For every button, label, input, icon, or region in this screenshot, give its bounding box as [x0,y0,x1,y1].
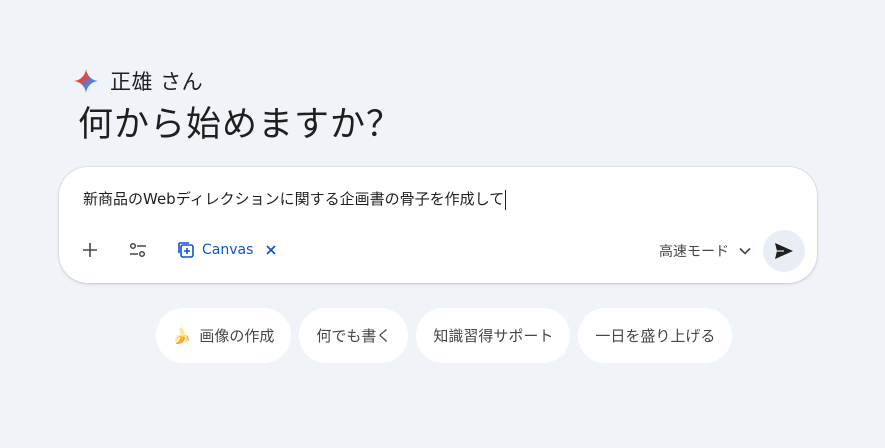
tools-sliders-icon [129,242,146,258]
greeting-name: 正雄 さん [110,70,204,94]
page-title: 何から始めますか？ [78,105,403,145]
canvas-add-icon [178,242,194,258]
plus-icon [83,243,97,257]
text-caret [505,189,507,210]
suggestion-label: 何でも書く [316,327,392,345]
canvas-chip[interactable]: Canvas [171,235,283,265]
prompt-box: 新商品のWebディレクションに関する企画書の骨子を作成して Canvas 高速モ… [59,167,817,283]
close-icon[interactable] [265,244,277,256]
send-icon [775,243,793,259]
suggestion-chip-learning-support[interactable]: 知識習得サポート [416,308,571,363]
gemini-spark-icon [74,69,98,93]
suggestion-chip-brighten-day[interactable]: 一日を盛り上げる [578,308,733,363]
send-button[interactable] [763,230,805,272]
suggestion-chip-write-anything[interactable]: 何でも書く [299,308,409,363]
greeting: 正雄 さん [74,66,203,96]
chevron-down-icon [739,247,751,255]
tools-button[interactable] [120,232,156,268]
banana-icon: 🍌 [172,326,192,345]
canvas-chip-label: Canvas [202,242,254,258]
mode-selector[interactable]: 高速モード [659,237,751,265]
gemini-home: 正雄 さん 何から始めますか？ 新商品のWebディレクションに関する企画書の骨子… [0,0,885,448]
suggestion-label: 画像の作成 [199,327,275,345]
prompt-input[interactable]: 新商品のWebディレクションに関する企画書の骨子を作成して [83,188,507,210]
suggestion-chip-create-image[interactable]: 🍌 画像の作成 [155,308,292,363]
add-button[interactable] [72,232,108,268]
suggestion-chips: 🍌 画像の作成 何でも書く 知識習得サポート 一日を盛り上げる [0,308,885,363]
suggestion-label: 一日を盛り上げる [595,327,716,345]
suggestion-label: 知識習得サポート [433,327,554,345]
prompt-input-value: 新商品のWebディレクションに関する企画書の骨子を作成して [83,190,505,208]
mode-label: 高速モード [659,244,729,260]
